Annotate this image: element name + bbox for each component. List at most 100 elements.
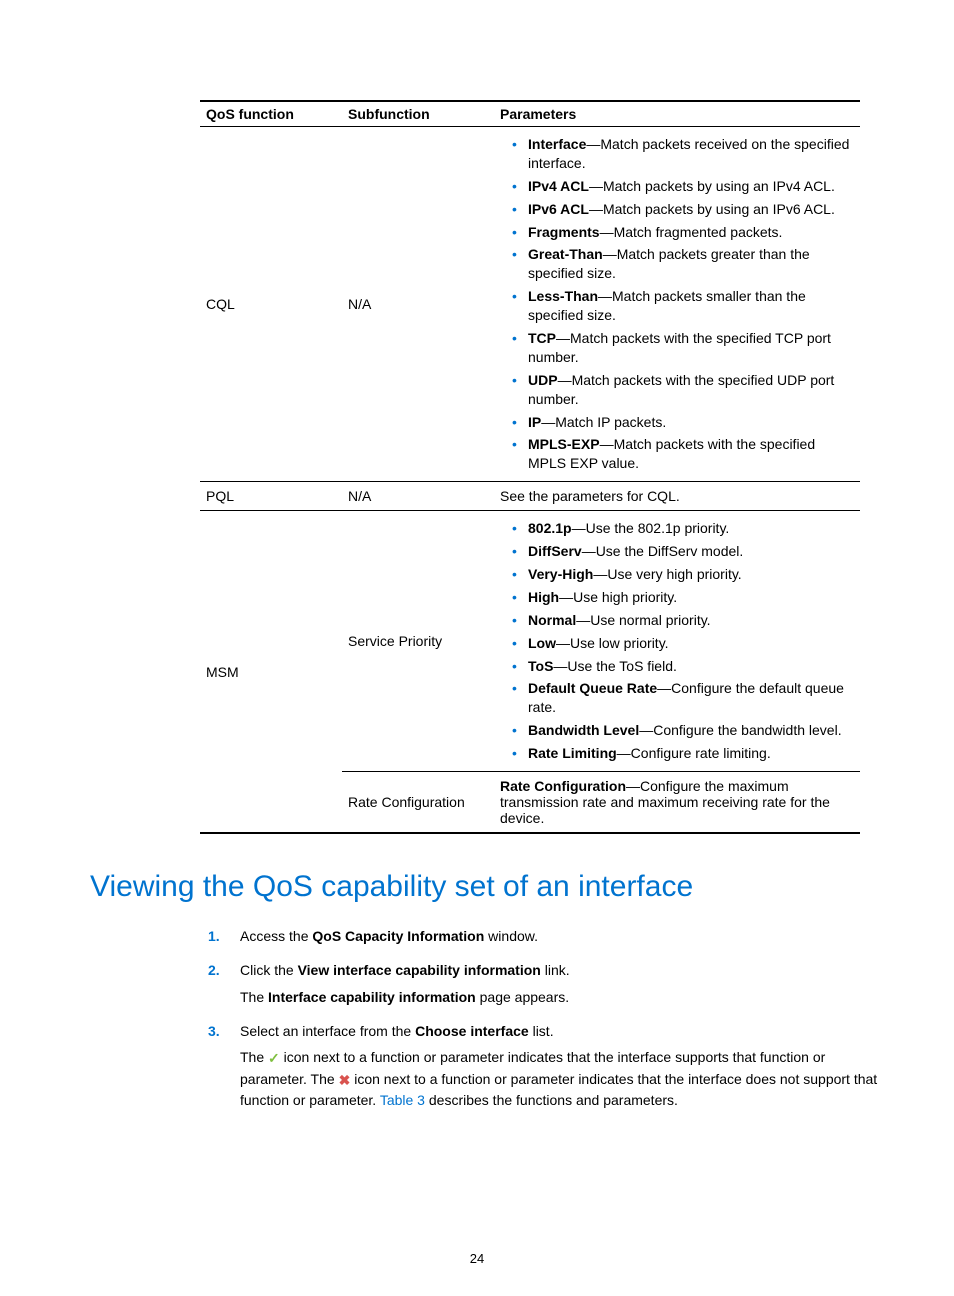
param-item: Less-Than—Match packets smaller than the… — [528, 285, 854, 327]
table-row: CQLN/A Interface—Match packets received o… — [200, 127, 860, 482]
param-key: MPLS-EXP — [528, 436, 600, 452]
param-item: ToS—Use the ToS field. — [528, 655, 854, 678]
params-list: 802.1p—Use the 802.1p priority.DiffServ—… — [500, 517, 854, 765]
step-text: describes the functions and parameters. — [429, 1092, 678, 1108]
steps-list: Access the QoS Capacity Information wind… — [200, 922, 890, 1120]
cell-function: CQL — [200, 127, 342, 482]
param-item: IPv4 ACL—Match packets by using an IPv4 … — [528, 175, 854, 198]
page-number: 24 — [0, 1251, 954, 1266]
param-item: Very-High—Use very high priority. — [528, 563, 854, 586]
cross-icon: ✖ — [339, 1070, 351, 1090]
check-icon: ✓ — [268, 1048, 280, 1068]
cell-function: PQL — [200, 482, 342, 511]
param-desc: —Configure the bandwidth level. — [639, 722, 841, 738]
step-text: Click the — [240, 962, 298, 978]
param-key: Fragments — [528, 224, 600, 240]
param-key: IPv6 ACL — [528, 201, 589, 217]
cell-parameters: See the parameters for CQL. — [494, 482, 860, 511]
param-key: Default Queue Rate — [528, 680, 657, 696]
param-item: 802.1p—Use the 802.1p priority. — [528, 517, 854, 540]
param-item: IPv6 ACL—Match packets by using an IPv6 … — [528, 198, 854, 221]
param-item: High—Use high priority. — [528, 586, 854, 609]
step-bold: Interface capability information — [268, 989, 476, 1005]
param-item: Default Queue Rate—Configure the default… — [528, 677, 854, 719]
step-bold: QoS Capacity Information — [312, 928, 484, 944]
param-desc: —Match packets by using an IPv4 ACL. — [589, 178, 835, 194]
th-subfunction: Subfunction — [342, 101, 494, 127]
param-key: Very-High — [528, 566, 593, 582]
cell-subfunction: N/A — [342, 127, 494, 482]
cell-parameters: Rate Configuration—Configure the maximum… — [494, 772, 860, 834]
param-key: ToS — [528, 658, 553, 674]
param-key: UDP — [528, 372, 558, 388]
param-desc: —Use normal priority. — [576, 612, 710, 628]
param-desc: —Match packets with the specified TCP po… — [528, 330, 831, 365]
param-item: Normal—Use normal priority. — [528, 609, 854, 632]
param-item: TCP—Match packets with the specified TCP… — [528, 327, 854, 369]
param-key: Normal — [528, 612, 576, 628]
param-desc: —Use the 802.1p priority. — [572, 520, 730, 536]
cell-parameters: Interface—Match packets received on the … — [494, 127, 860, 482]
table-row: PQLN/ASee the parameters for CQL. — [200, 482, 860, 511]
param-desc: —Use the DiffServ model. — [582, 543, 744, 559]
param-item: Low—Use low priority. — [528, 632, 854, 655]
param-key: Less-Than — [528, 288, 598, 304]
step-3: Select an interface from the Choose inte… — [240, 1017, 890, 1120]
table-3-link[interactable]: Table 3 — [380, 1092, 425, 1108]
param-item: Great-Than—Match packets greater than th… — [528, 243, 854, 285]
param-key: High — [528, 589, 559, 605]
param-desc: —Use very high priority. — [593, 566, 741, 582]
param-key: 802.1p — [528, 520, 572, 536]
step-text: The — [240, 1049, 268, 1065]
param-key: TCP — [528, 330, 556, 346]
section-heading: Viewing the QoS capability set of an int… — [90, 870, 864, 904]
param-desc: —Use the ToS field. — [553, 658, 676, 674]
param-item: IP—Match IP packets. — [528, 411, 854, 434]
cell-subfunction: Service Priority — [342, 511, 494, 772]
param-desc: —Match packets with the specified UDP po… — [528, 372, 834, 407]
cell-parameters: 802.1p—Use the 802.1p priority.DiffServ—… — [494, 511, 860, 772]
step-text: link. — [541, 962, 570, 978]
step-text: page appears. — [476, 989, 569, 1005]
param-key: Rate Limiting — [528, 745, 617, 761]
cell-subfunction: N/A — [342, 482, 494, 511]
th-parameters: Parameters — [494, 101, 860, 127]
param-item: Interface—Match packets received on the … — [528, 133, 854, 175]
step-text: Select an interface from the — [240, 1023, 415, 1039]
param-desc: —Match fragmented packets. — [600, 224, 783, 240]
param-desc: —Use low priority. — [556, 635, 669, 651]
param-key: Interface — [528, 136, 586, 152]
param-item: MPLS-EXP—Match packets with the specifie… — [528, 433, 854, 475]
param-desc: —Configure rate limiting. — [617, 745, 771, 761]
th-function: QoS function — [200, 101, 342, 127]
step-2: Click the View interface capability info… — [240, 956, 890, 1017]
param-desc: —Match IP packets. — [541, 414, 666, 430]
param-item: DiffServ—Use the DiffServ model. — [528, 540, 854, 563]
param-key: IP — [528, 414, 541, 430]
step-text: The — [240, 989, 268, 1005]
param-key: IPv4 ACL — [528, 178, 589, 194]
param-key: Rate Configuration — [500, 778, 626, 794]
step-bold: View interface capability information — [298, 962, 541, 978]
table-row: MSMService Priority802.1p—Use the 802.1p… — [200, 511, 860, 772]
params-list: Interface—Match packets received on the … — [500, 133, 854, 475]
param-key: Bandwidth Level — [528, 722, 639, 738]
step-bold: Choose interface — [415, 1023, 529, 1039]
table-header-row: QoS function Subfunction Parameters — [200, 101, 860, 127]
param-item: Fragments—Match fragmented packets. — [528, 221, 854, 244]
param-key: Low — [528, 635, 556, 651]
param-desc: —Match packets by using an IPv6 ACL. — [589, 201, 835, 217]
param-item: UDP—Match packets with the specified UDP… — [528, 369, 854, 411]
cell-subfunction: Rate Configuration — [342, 772, 494, 834]
param-key: Great-Than — [528, 246, 603, 262]
param-key: DiffServ — [528, 543, 582, 559]
step-text: window. — [484, 928, 538, 944]
step-text: Access the — [240, 928, 312, 944]
param-item: Bandwidth Level—Configure the bandwidth … — [528, 719, 854, 742]
step-text: list. — [529, 1023, 554, 1039]
cell-function: MSM — [200, 511, 342, 833]
qos-parameters-table: QoS function Subfunction Parameters CQLN… — [200, 100, 860, 834]
param-desc: —Use high priority. — [559, 589, 677, 605]
param-item: Rate Limiting—Configure rate limiting. — [528, 742, 854, 765]
step-1: Access the QoS Capacity Information wind… — [240, 922, 890, 956]
